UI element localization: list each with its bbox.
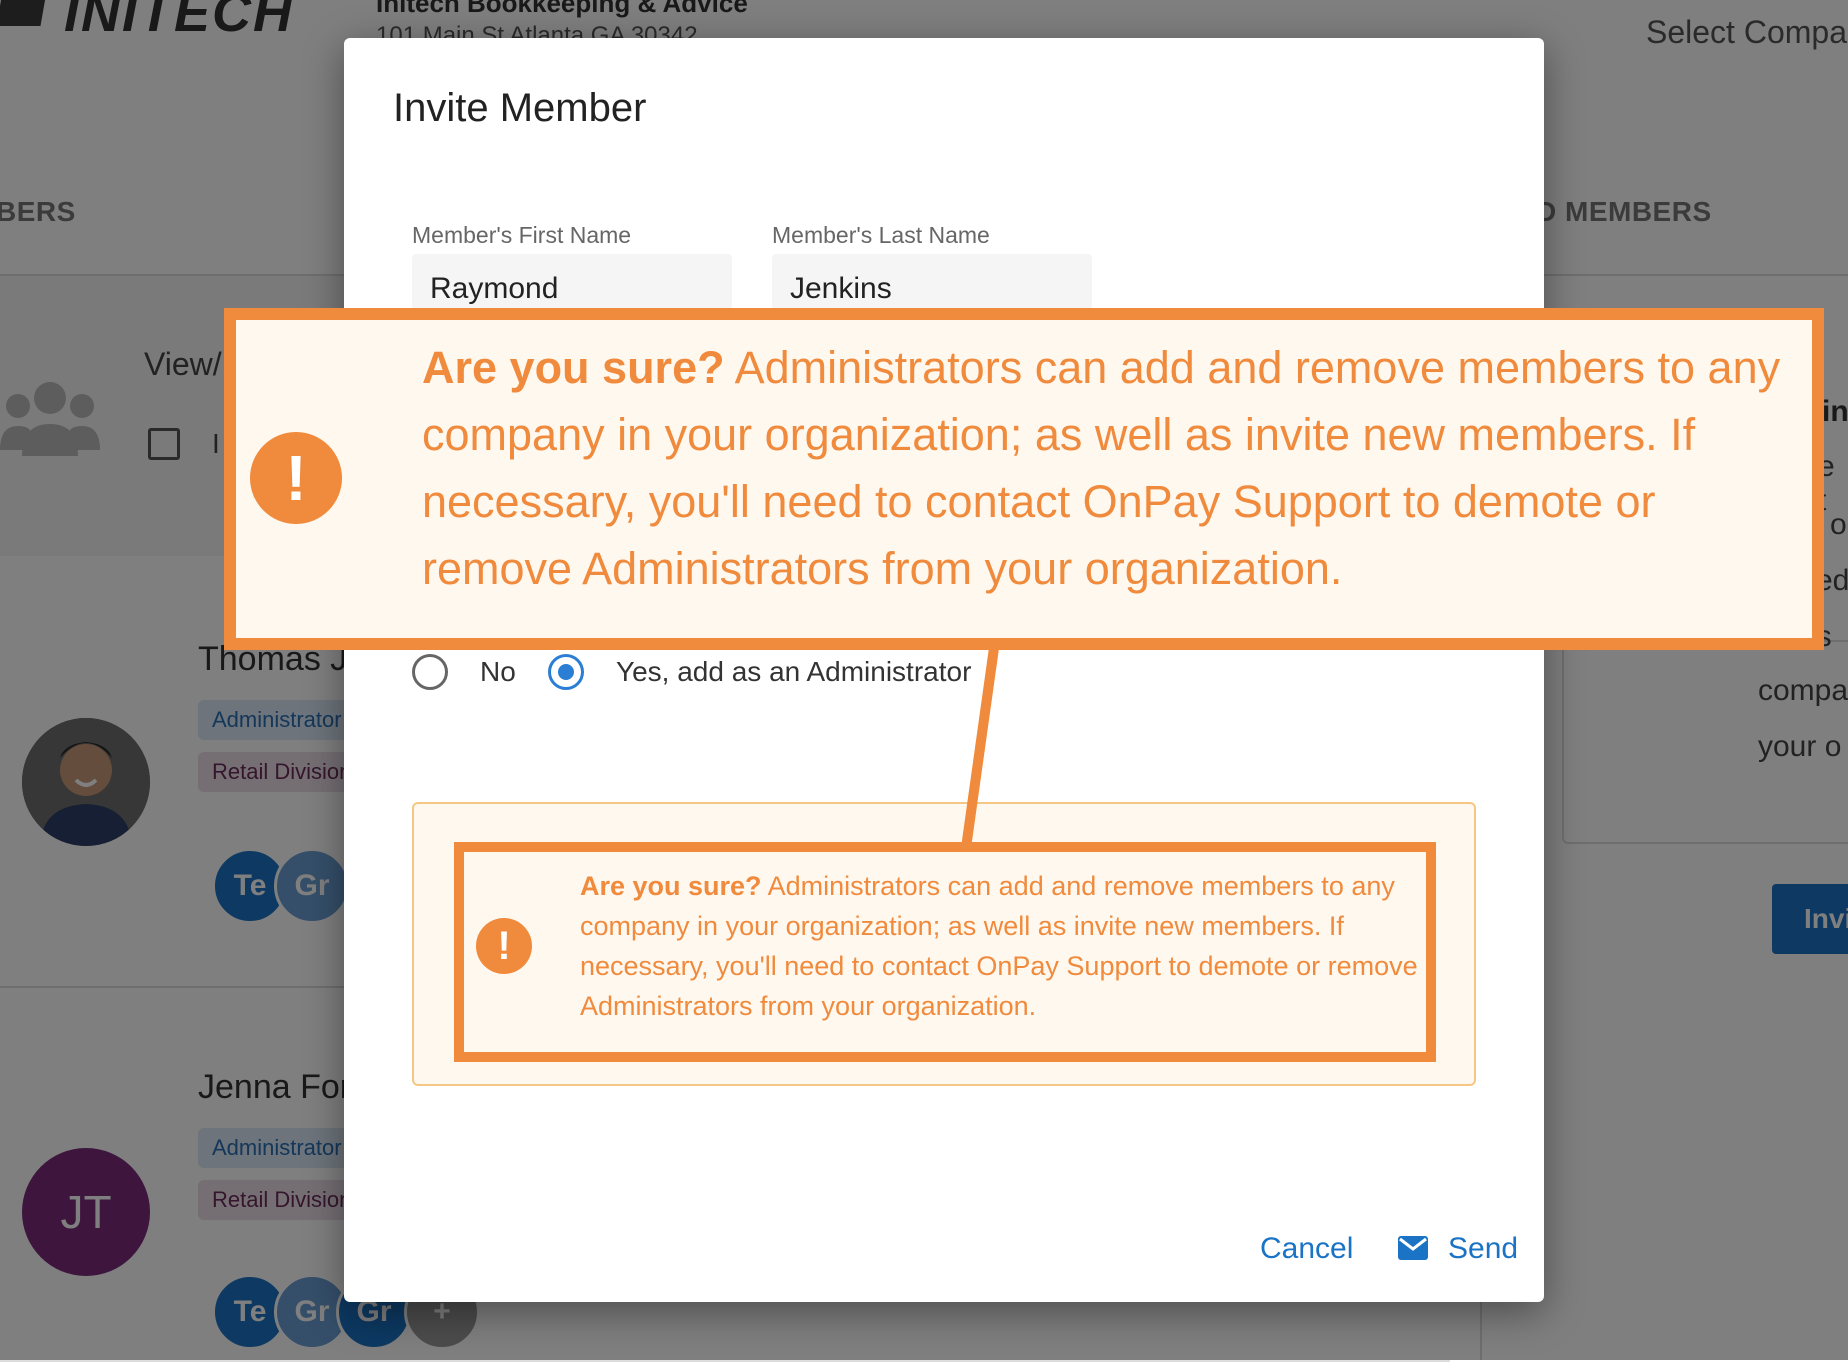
callout-warning-text: Are you sure? Administrators can add and… — [422, 342, 1781, 594]
warning-icon: ! — [250, 432, 342, 524]
zoomed-warning-callout: ! Are you sure? Administrators can add a… — [224, 308, 1824, 650]
callout-connector — [961, 647, 999, 849]
